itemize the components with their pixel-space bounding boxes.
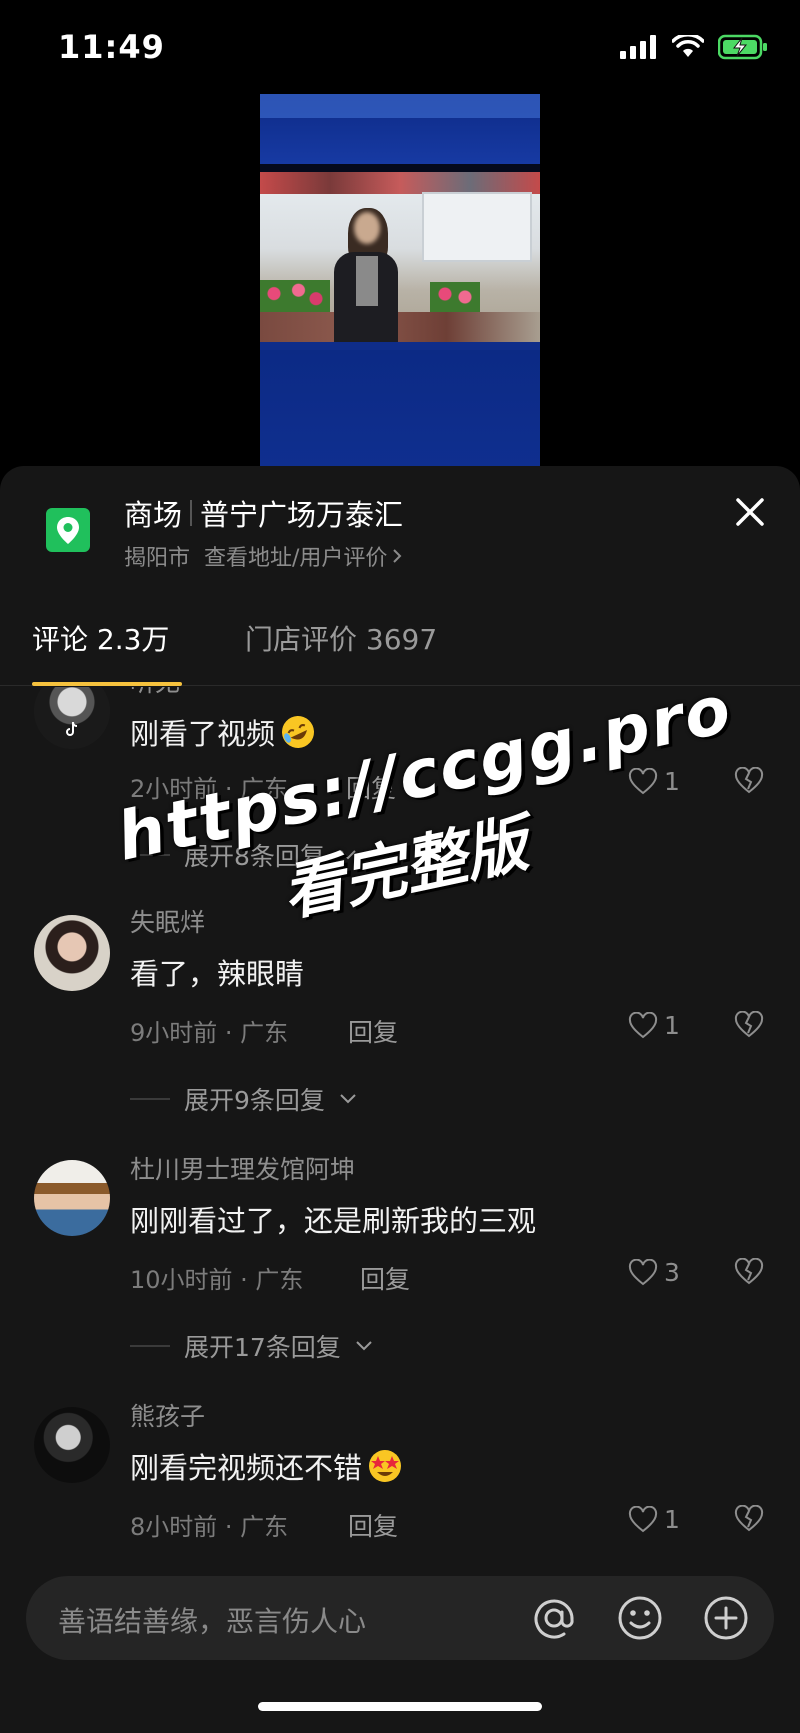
expand-replies-label: 展开8条回复	[184, 842, 325, 871]
comment-list: 听无 刚看了视频 2小时前 · 广东 回复 1	[0, 687, 800, 1567]
title-separator	[190, 500, 193, 526]
active-tab-indicator	[32, 682, 182, 686]
expand-replies[interactable]: 展开17条回复	[130, 1328, 373, 1364]
chevron-down-icon	[340, 1094, 356, 1104]
location-link[interactable]: 查看地址/用户评价	[204, 540, 403, 572]
star-struck-emoji-icon	[369, 1450, 402, 1482]
location-pin-icon	[46, 508, 90, 552]
video-player[interactable]	[0, 90, 800, 470]
comment-time-region: 9小时前 · 广东	[130, 1019, 289, 1047]
video-banner	[260, 94, 540, 164]
like-button[interactable]: 1	[628, 767, 680, 796]
expand-divider	[130, 854, 170, 856]
chevron-down-icon	[340, 850, 356, 860]
reply-button[interactable]: 回复	[346, 769, 396, 805]
chevron-right-icon	[393, 549, 402, 563]
chevron-down-icon	[356, 1341, 372, 1351]
comment-time-region: 2小时前 · 广东	[130, 775, 289, 803]
expand-replies[interactable]: 展开8条回复	[130, 837, 357, 873]
comment-text: 刚刚看过了，还是刷新我的三观	[130, 1198, 536, 1240]
broken-heart-icon[interactable]	[734, 1505, 764, 1533]
avatar[interactable]	[34, 1407, 110, 1483]
comment-input-placeholder: 善语结善缘，恶言伤人心	[58, 1605, 367, 1638]
avatar[interactable]	[34, 915, 110, 991]
location-name: 普宁广场万泰汇	[200, 498, 404, 532]
status-time: 11:49	[58, 28, 165, 66]
comment-input-bar: 善语结善缘，恶言伤人心	[0, 1556, 800, 1733]
comment-text-content: 看了，辣眼睛	[130, 957, 305, 991]
rofl-emoji-icon	[282, 716, 315, 748]
close-icon[interactable]	[732, 494, 768, 530]
heart-icon	[628, 1505, 658, 1532]
location-card[interactable]: 商场 普宁广场万泰汇 揭阳市 查看地址/用户评价	[0, 466, 800, 576]
heart-icon	[628, 1011, 658, 1038]
home-indicator[interactable]	[258, 1702, 542, 1711]
broken-heart-icon[interactable]	[734, 767, 764, 795]
like-button[interactable]: 3	[628, 1258, 680, 1287]
comment-time-region: 10小时前 · 广东	[130, 1266, 304, 1294]
status-icons	[620, 34, 768, 60]
emoji-icon[interactable]	[614, 1592, 666, 1644]
comment-text: 刚看完视频还不错	[130, 1445, 404, 1487]
expand-divider	[130, 1098, 170, 1100]
wifi-icon	[672, 35, 704, 57]
avatar[interactable]	[34, 1160, 110, 1236]
battery-charging-icon	[718, 34, 767, 60]
comment-username[interactable]: 杜川男士理发馆阿坤	[130, 1150, 355, 1186]
tab-comments[interactable]: 评论 2.3万	[32, 606, 169, 686]
like-count: 3	[664, 1258, 680, 1287]
like-button[interactable]: 1	[628, 1011, 680, 1040]
broken-heart-icon[interactable]	[734, 1258, 764, 1286]
comment-sheet: 商场 普宁广场万泰汇 揭阳市 查看地址/用户评价 评论 2.3万 门店评价 36…	[0, 466, 800, 1733]
comment-input[interactable]: 善语结善缘，恶言伤人心	[26, 1576, 774, 1660]
avatar[interactable]	[34, 687, 110, 749]
comment-text-content: 刚刚看过了，还是刷新我的三观	[130, 1204, 537, 1238]
location-category: 商场	[124, 498, 183, 532]
location-city: 揭阳市	[124, 546, 191, 571]
status-bar: 11:49	[0, 0, 800, 100]
expand-replies[interactable]: 展开9条回复	[130, 1081, 357, 1117]
like-button[interactable]: 1	[628, 1505, 680, 1534]
mention-icon[interactable]	[528, 1592, 580, 1644]
like-count: 1	[664, 767, 680, 796]
tiktok-icon	[66, 721, 78, 736]
comment-username[interactable]: 熊孩子	[130, 1397, 205, 1433]
expand-replies-label: 展开9条回复	[184, 1086, 325, 1115]
comment-text-content: 刚看了视频	[130, 717, 276, 751]
reply-button[interactable]: 回复	[348, 1013, 398, 1049]
comment-username[interactable]: 失眠烊	[130, 903, 205, 939]
comment-username[interactable]: 听无	[130, 687, 180, 699]
location-link-label: 查看地址/用户评价	[204, 546, 388, 571]
like-count: 1	[664, 1011, 680, 1040]
signal-icon	[620, 35, 656, 59]
video-person	[334, 208, 398, 342]
comment-text: 看了，辣眼睛	[130, 951, 304, 993]
expand-replies-label: 展开17条回复	[184, 1333, 341, 1362]
heart-icon	[628, 767, 658, 794]
video-frame	[260, 94, 540, 469]
broken-heart-icon[interactable]	[734, 1011, 764, 1039]
comment-text-content: 刚看完视频还不错	[130, 1451, 363, 1485]
video-scene	[260, 172, 540, 342]
comment-time-region: 8小时前 · 广东	[130, 1513, 289, 1541]
tab-bar: 评论 2.3万 门店评价 3697	[0, 606, 800, 686]
location-title: 商场 普宁广场万泰汇	[124, 492, 403, 534]
heart-icon	[628, 1258, 658, 1285]
add-icon[interactable]	[700, 1592, 752, 1644]
expand-divider	[130, 1345, 170, 1347]
like-count: 1	[664, 1505, 680, 1534]
location-subtitle: 揭阳市 查看地址/用户评价	[124, 540, 403, 572]
comment-text: 刚看了视频	[130, 711, 317, 753]
reply-button[interactable]: 回复	[348, 1507, 398, 1543]
tab-store-reviews[interactable]: 门店评价 3697	[245, 606, 437, 686]
reply-button[interactable]: 回复	[360, 1260, 410, 1296]
